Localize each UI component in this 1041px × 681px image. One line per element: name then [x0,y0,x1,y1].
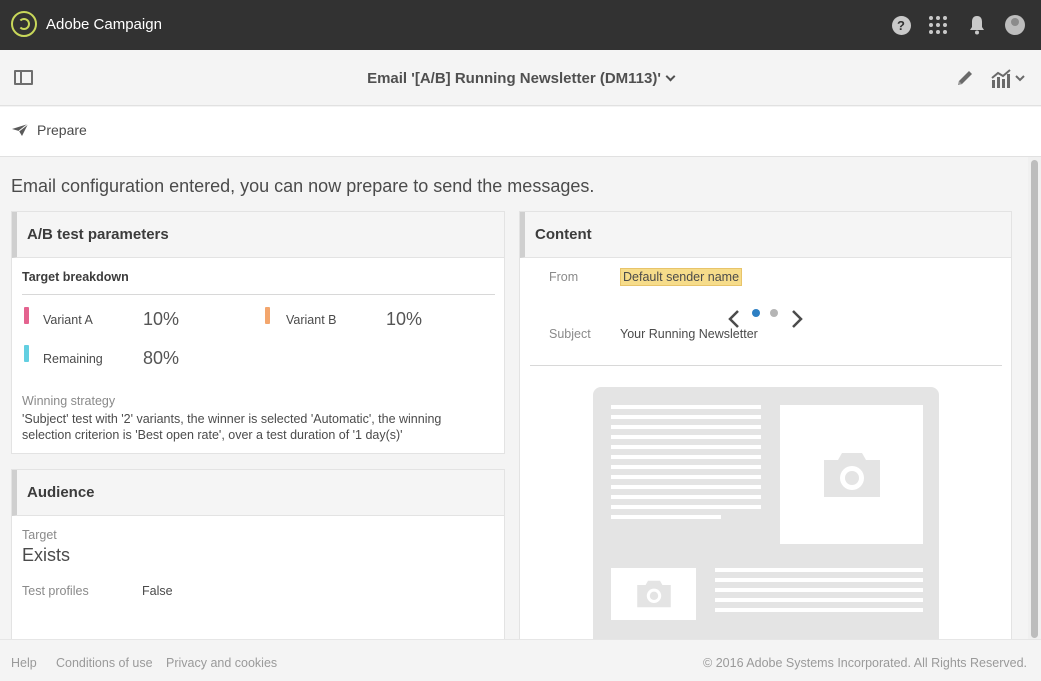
winning-strategy-label: Winning strategy [22,394,116,408]
avatar-icon[interactable] [1004,14,1026,36]
variant-a-swatch [24,307,29,324]
header-bar: Email '[A/B] Running Newsletter (DM113)' [0,50,1041,106]
email-preview-thumbnail[interactable] [593,387,939,639]
footer-link-privacy[interactable]: Privacy and cookies [166,656,277,670]
help-icon[interactable]: ? [890,14,912,36]
subject-label: Subject [549,327,591,341]
scrollbar-thumb[interactable] [1031,160,1038,638]
subject-value: Your Running Newsletter [620,327,758,341]
prepare-label: Prepare [37,122,87,138]
bell-icon[interactable] [966,14,988,36]
chevron-down-icon[interactable] [665,71,676,82]
content-title: Content [520,212,1011,258]
variant-b-swatch [265,307,270,324]
variant-b-percent: 10% [386,309,423,329]
prepare-button[interactable]: Prepare [11,122,87,138]
variant-a-label: Variant A [43,313,93,327]
action-bar: Prepare [0,107,1041,157]
from-label: From [549,270,579,284]
target-label: Target [22,528,57,542]
page-title[interactable]: Email '[A/B] Running Newsletter (DM113)' [0,70,1041,87]
adobe-campaign-logo-icon[interactable] [11,11,37,37]
remaining-label: Remaining [43,352,103,366]
intro-message: Email configuration entered, you can now… [11,176,595,196]
app-name[interactable]: Adobe Campaign [46,16,162,33]
camera-icon [611,568,696,620]
variant-a-percent: 10% [143,309,180,329]
copyright-text: © 2016 Adobe Systems Incorporated. All R… [703,656,1027,670]
test-profiles-label: Test profiles [22,584,89,598]
top-bar: Adobe Campaign ? [0,0,1041,50]
variant-b-label: Variant B [286,313,337,327]
target-breakdown-title: Target breakdown [22,270,129,284]
divider [22,294,495,295]
report-chart-icon[interactable] [990,67,1026,89]
from-value[interactable]: Default sender name [620,268,743,286]
main-content: Email configuration entered, you can now… [0,157,1028,639]
preview-text-lines [611,405,761,525]
camera-icon [780,405,923,544]
ab-test-card: A/B test parameters Target breakdown Var… [11,211,505,454]
audience-title: Audience [12,470,504,516]
preview-text-lines [715,568,923,618]
target-value: Exists [22,545,71,565]
carousel-dot[interactable] [770,309,778,317]
footer: Help Conditions of use Privacy and cooki… [0,639,1041,681]
paper-plane-icon [12,123,29,136]
test-profiles-value: False [142,584,173,598]
ab-test-title: A/B test parameters [12,212,504,258]
remaining-swatch [24,345,29,362]
footer-link-conditions[interactable]: Conditions of use [56,656,153,670]
audience-card: Audience Target Exists Test profiles Fal… [11,469,505,639]
chevron-right-icon[interactable] [790,309,804,329]
divider [530,365,1002,366]
vertical-scrollbar[interactable] [1028,157,1041,639]
page-title-text[interactable]: Email '[A/B] Running Newsletter (DM113)' [367,70,661,87]
content-card: Content From Default sender name Subject… [519,211,1012,639]
apps-grid-icon[interactable] [927,14,949,36]
carousel-dot-active[interactable] [752,309,760,317]
footer-link-help[interactable]: Help [11,656,37,670]
remaining-percent: 80% [143,348,180,368]
chevron-left-icon[interactable] [727,309,741,329]
winning-strategy-text: 'Subject' test with '2' variants, the wi… [22,412,442,442]
pencil-icon[interactable] [955,68,975,88]
